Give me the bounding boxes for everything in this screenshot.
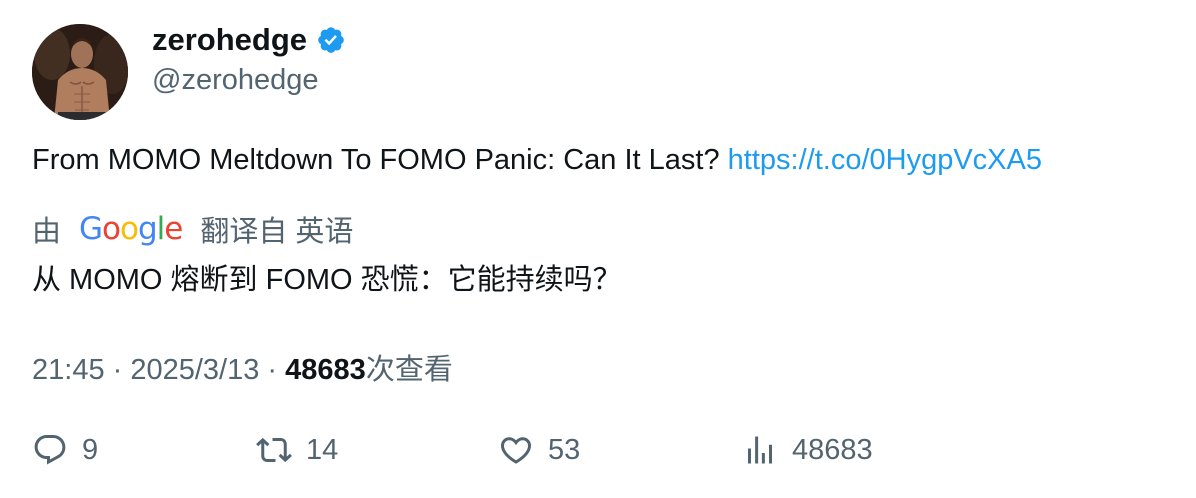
translated-text: 从 MOMO 熔断到 FOMO 恐慌：它能持续吗？	[32, 264, 622, 296]
meta-separator: ·	[259, 354, 286, 386]
heart-icon	[500, 437, 532, 464]
handle[interactable]: @zerohedge	[152, 64, 319, 97]
tweet-meta: 21:45 · 2025/3/13 · 48683次查看	[32, 346, 453, 388]
retweet-button[interactable]: 14	[256, 432, 338, 468]
analytics-icon	[748, 436, 772, 464]
reply-count: 9	[82, 433, 99, 466]
views-button[interactable]: 48683	[742, 432, 873, 468]
meta-separator: ·	[104, 354, 131, 386]
avatar[interactable]	[32, 24, 128, 120]
avatar-photo-icon	[32, 24, 128, 120]
retweet-icon	[256, 437, 292, 463]
reply-icon	[34, 435, 66, 465]
translation-attribution: 由 Google 翻译自 英语	[32, 208, 353, 250]
display-name-text[interactable]: zerohedge	[152, 22, 307, 58]
google-logo-icon[interactable]: Google	[79, 211, 183, 247]
verified-badge-icon	[318, 27, 344, 53]
translation-suffix: 翻译自 英语	[200, 216, 354, 248]
tweet-body: From MOMO Meltdown To FOMO Panic: Can It…	[32, 144, 728, 176]
tweet-text: From MOMO Meltdown To FOMO Panic: Can It…	[32, 144, 1042, 177]
tweet-card: zerohedge @zerohedge From MOMO Meltdown …	[0, 0, 1196, 498]
display-name[interactable]: zerohedge	[152, 22, 346, 58]
retweet-count: 14	[306, 433, 339, 466]
like-button[interactable]: 53	[498, 432, 580, 468]
tweet-link[interactable]: https://t.co/0HygpVcXA5	[728, 144, 1042, 176]
translation-prefix: 由	[32, 216, 62, 248]
views-action-count: 48683	[792, 433, 873, 466]
views-count: 48683	[285, 354, 366, 386]
like-count: 53	[548, 433, 581, 466]
tweet-date[interactable]: 2025/3/13	[130, 354, 259, 386]
action-bar: 9 14 53 48683	[0, 432, 1196, 476]
tweet-time[interactable]: 21:45	[32, 354, 105, 386]
views-label: 次查看	[365, 354, 453, 386]
reply-button[interactable]: 9	[32, 432, 98, 468]
